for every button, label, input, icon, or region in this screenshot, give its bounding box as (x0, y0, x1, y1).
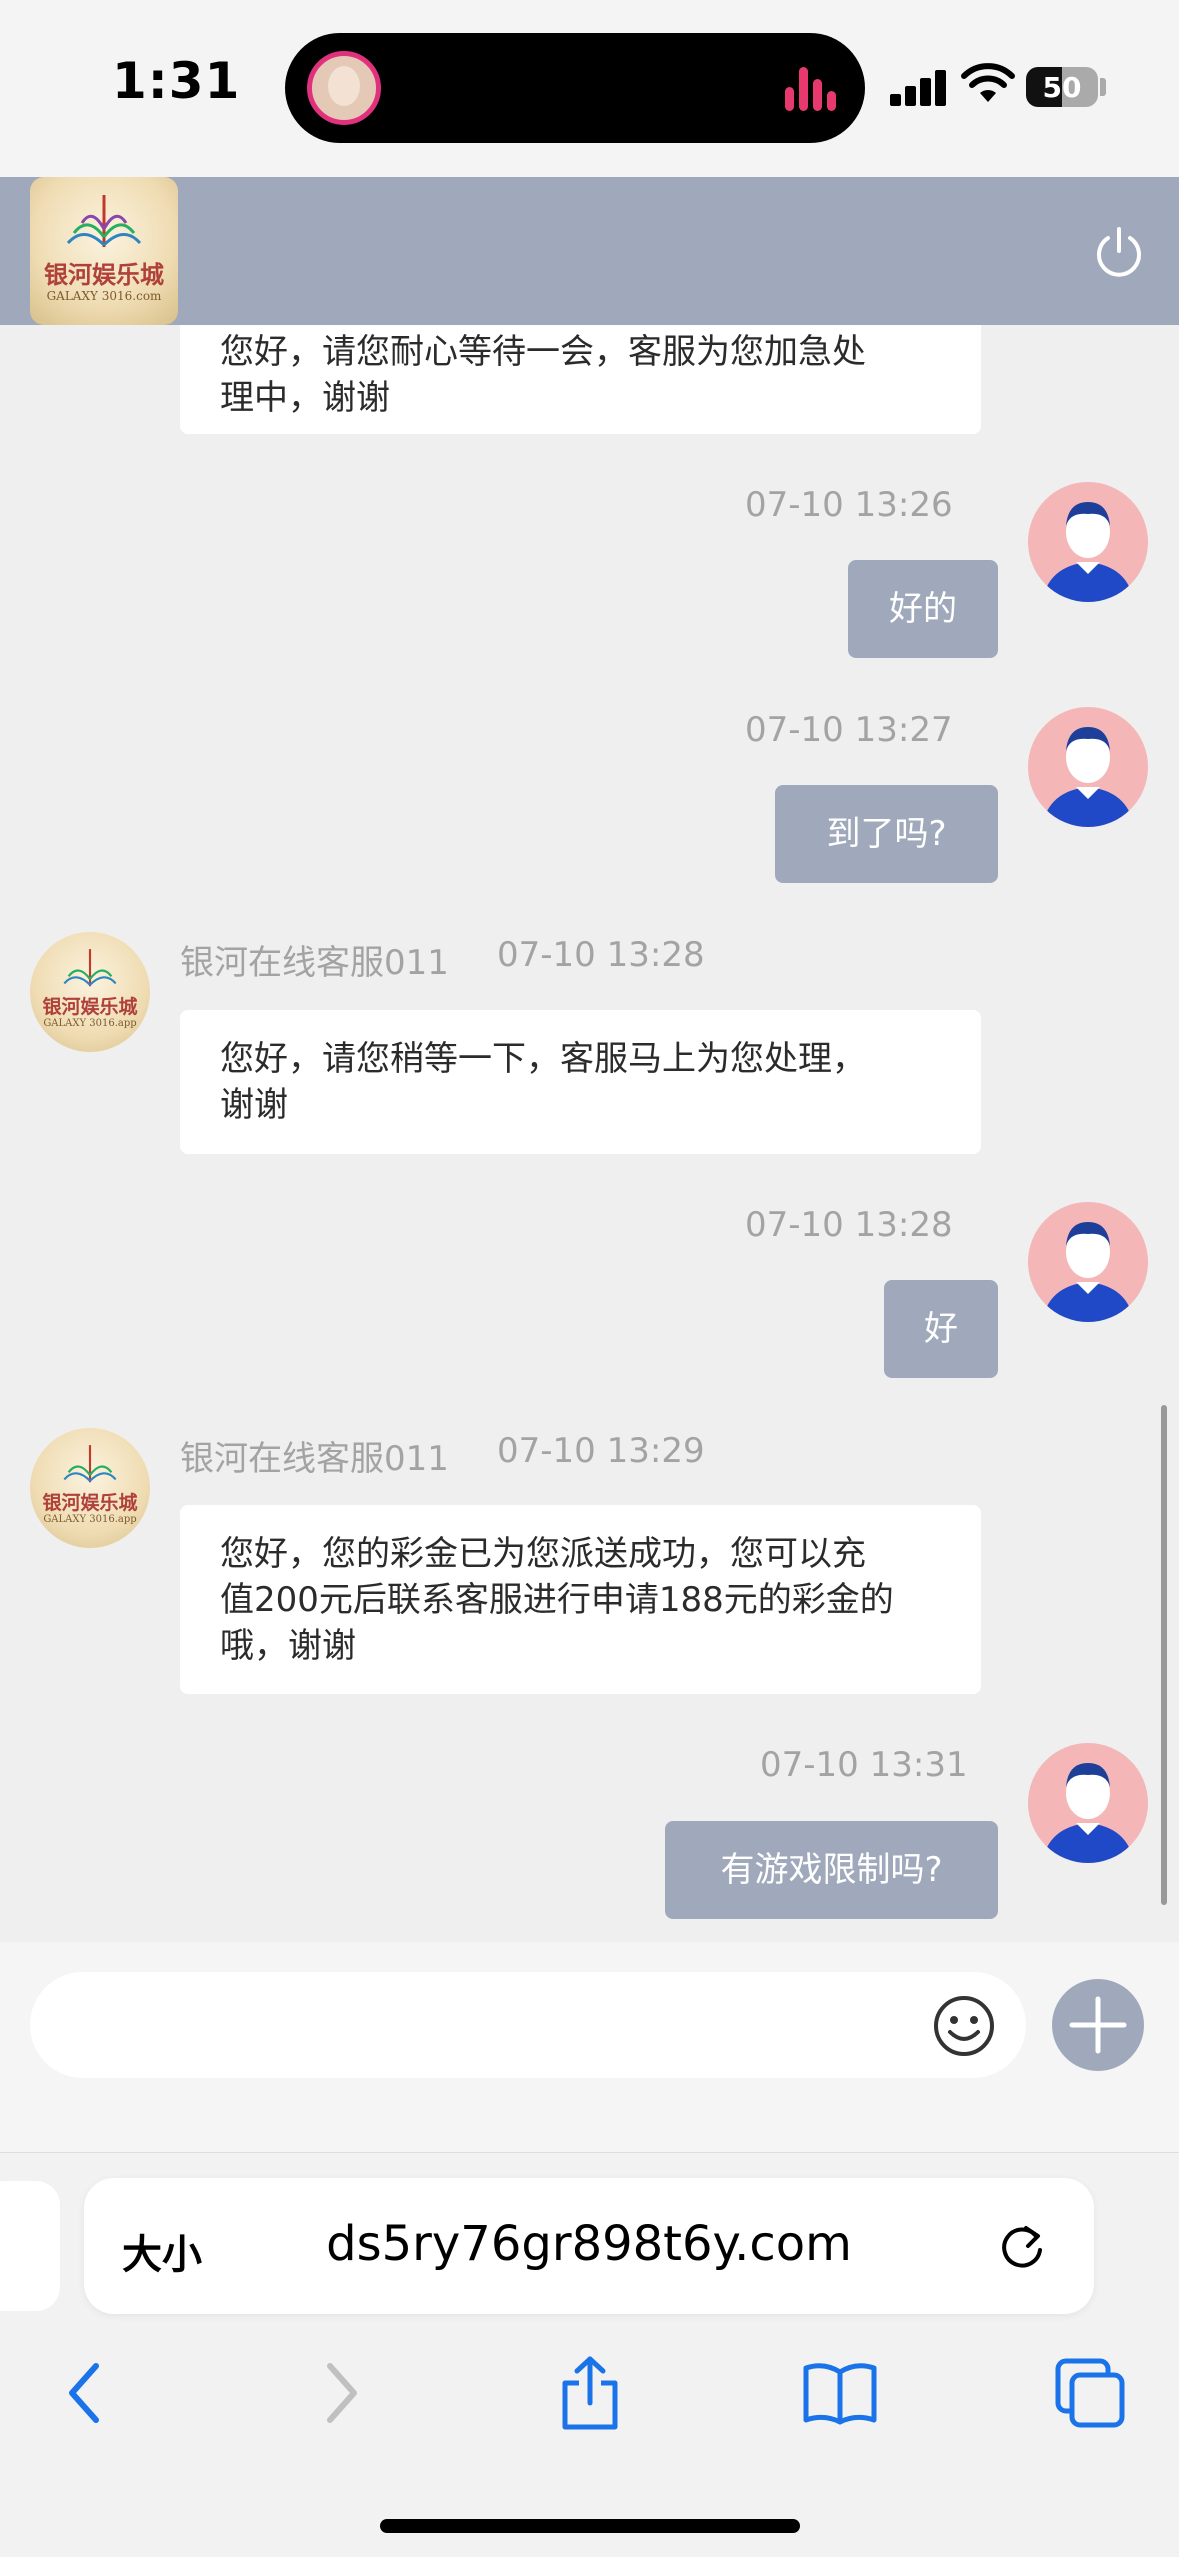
user-silhouette-icon (1042, 1222, 1134, 1322)
chat-header: 银河娱乐城 GALAXY 3016.com (0, 177, 1179, 325)
message-text-line: 理中，谢谢 (220, 377, 390, 418)
share-button[interactable] (540, 2343, 640, 2443)
brand-logo: 银河娱乐城 GALAXY 3016.com (30, 177, 178, 325)
share-icon (562, 2356, 618, 2430)
agent-avatar-text: 银河娱乐城 (42, 996, 138, 1018)
agent-avatar-subtext: GALAXY 3016.app (43, 1018, 137, 1029)
user-message-bubble: 到了吗? (775, 785, 998, 883)
forward-button[interactable] (290, 2343, 390, 2443)
message-text-line: 谢谢 (220, 1085, 288, 1125)
user-avatar (1028, 482, 1148, 602)
home-indicator[interactable] (380, 2519, 800, 2533)
message-timestamp: 07-10 13:28 (745, 1205, 953, 1245)
tabs-icon (1055, 2358, 1125, 2428)
power-icon[interactable] (1092, 225, 1146, 279)
user-message-bubble: 好 (884, 1280, 998, 1378)
agent-avatar-subtext: GALAXY 3016.app (43, 1514, 137, 1525)
message-input[interactable] (30, 1972, 1026, 2078)
agent-avatar-text: 银河娱乐城 (42, 1492, 138, 1514)
previous-tab-preview[interactable] (0, 2181, 60, 2311)
battery-tip (1100, 78, 1106, 96)
chat-messages[interactable]: 您好，请您耐心等待一会，客服为您加急处 理中，谢谢 07-10 13:26 好的… (0, 325, 1179, 1942)
address-bar[interactable]: 大小 ds5ry76gr898t6y.com (84, 2178, 1094, 2314)
message-text-line: 您好，请您稍等一下，客服马上为您处理， (220, 1039, 866, 1079)
logo-subtext: GALAXY 3016.com (46, 289, 162, 303)
message-text-line: 您好，请您耐心等待一会，客服为您加急处 (220, 331, 866, 372)
message-text-line: 哦，谢谢 (220, 1625, 356, 1666)
browser-nav-row (0, 2343, 1179, 2443)
url-text[interactable]: ds5ry76gr898t6y.com (84, 2216, 1094, 2272)
agent-avatar: 银河娱乐城 GALAXY 3016.app (30, 1428, 150, 1548)
reload-icon[interactable] (996, 2220, 1048, 2272)
back-button[interactable] (36, 2343, 136, 2443)
user-avatar (1028, 1743, 1148, 1863)
browser-toolbar: 大小 ds5ry76gr898t6y.com (0, 2152, 1179, 2557)
user-avatar (1028, 707, 1148, 827)
message-timestamp: 07-10 13:27 (745, 710, 953, 750)
tabs-button[interactable] (1040, 2343, 1140, 2443)
logo-book-icon (63, 949, 117, 987)
bookmarks-button[interactable] (790, 2343, 890, 2443)
agent-message-bubble: 您好，请您耐心等待一会，客服为您加急处 理中，谢谢 (180, 325, 981, 434)
user-silhouette-icon (1042, 1763, 1134, 1863)
agent-avatar: 银河娱乐城 GALAXY 3016.app (30, 932, 150, 1052)
user-message-bubble: 有游戏限制吗? (665, 1821, 998, 1919)
message-timestamp: 07-10 13:31 (760, 1745, 968, 1785)
smiley-icon[interactable] (932, 1994, 996, 2058)
message-input-bar (0, 1942, 1179, 2152)
logo-book-icon (66, 195, 142, 247)
dynamic-island[interactable] (285, 33, 865, 143)
user-avatar (1028, 1202, 1148, 1322)
message-text-line: 您好，您的彩金已为您派送成功，您可以充 (220, 1533, 866, 1574)
agent-sender-name: 银河在线客服011 (180, 1439, 449, 1479)
message-text-line: 值200元后联系客服进行申请188元的彩金的 (220, 1579, 894, 1620)
user-message-bubble: 好的 (848, 560, 998, 658)
message-timestamp: 07-10 13:29 (497, 1431, 705, 1471)
logo-book-icon (63, 1445, 117, 1483)
agent-message-bubble: 您好，请您稍等一下，客服马上为您处理， 谢谢 (180, 1010, 981, 1154)
chat-scrollbar[interactable] (1161, 1405, 1167, 1905)
agent-message-bubble: 您好，您的彩金已为您派送成功，您可以充 值200元后联系客服进行申请188元的彩… (180, 1505, 981, 1694)
plus-icon (1069, 1996, 1127, 2054)
message-timestamp: 07-10 13:28 (497, 935, 705, 975)
user-silhouette-icon (1042, 727, 1134, 827)
status-time: 1:31 (112, 52, 241, 110)
logo-text: 银河娱乐城 (44, 260, 164, 289)
audio-bars-icon (785, 67, 836, 111)
wifi-icon (961, 63, 1015, 102)
bookmarks-icon (803, 2363, 877, 2425)
battery-icon: 50 (1026, 67, 1098, 107)
cellular-signal-icon (890, 66, 950, 106)
user-silhouette-icon (1042, 502, 1134, 602)
now-playing-avatar (307, 51, 381, 125)
message-timestamp: 07-10 13:26 (745, 485, 953, 525)
agent-sender-name: 银河在线客服011 (180, 943, 449, 983)
forward-icon (327, 2363, 357, 2423)
back-icon (69, 2363, 99, 2423)
add-attachment-button[interactable] (1052, 1979, 1144, 2071)
status-bar: 1:31 50 (0, 0, 1179, 177)
